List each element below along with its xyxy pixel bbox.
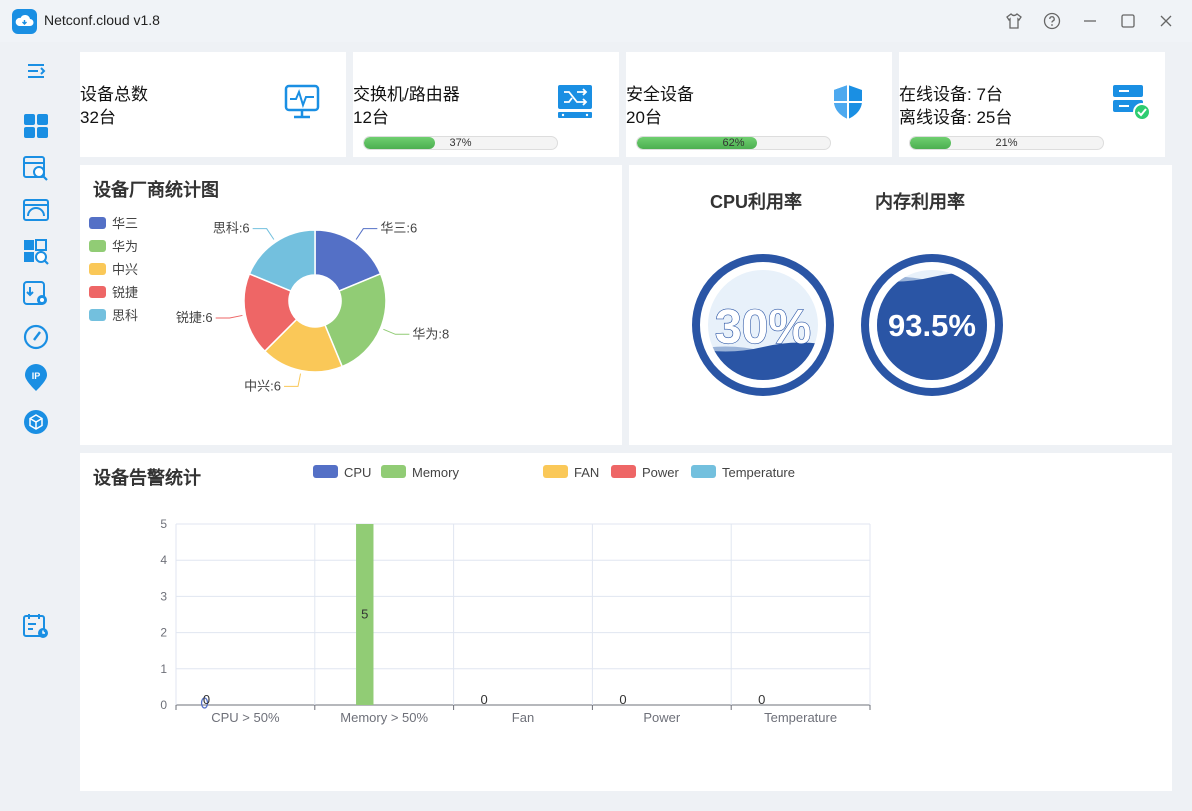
menu-collapse-icon[interactable] [22,57,50,85]
y-tick-label: 5 [160,517,167,531]
switch-progress-bar: 37% [363,136,558,150]
y-tick-label: 0 [160,698,167,712]
pie-label-line [383,328,410,335]
stat-security-line-2: 20台 [626,108,662,127]
utilization-panel: CPU利用率 内存利用率 30% 93.5% [629,165,1172,445]
device-search-icon[interactable] [22,154,50,182]
theme-shirt-icon[interactable] [1004,11,1024,31]
x-category-label: Power [643,710,681,725]
stat-online-line-1: 在线设备: 7台 [899,85,1003,104]
ip-pin-icon[interactable]: IP [22,364,50,392]
stat-switch-label: 交换机/路由器 12台 [353,83,460,129]
server-online-icon [1111,82,1151,122]
stat-card-switch: 交换机/路由器 12台 37% [353,52,619,157]
shield-icon [828,82,868,122]
x-category-label: Memory > 50% [340,710,428,725]
pie-label-line [355,228,378,240]
memory-gauge: 93.5% [861,254,1003,396]
bar-data-label: 0 [481,692,488,707]
stat-security-line-1: 安全设备 [626,85,694,104]
speed-gauge-icon[interactable] [22,322,50,350]
utilization-gauges: 30% 93.5% [692,254,1003,396]
maximize-icon[interactable] [1118,11,1138,31]
schedule-icon[interactable] [22,612,50,640]
switch-progress-label: 37% [449,137,472,149]
stat-switch-line-1: 交换机/路由器 [353,85,460,104]
minimize-icon[interactable] [1080,11,1100,31]
bar-data-label: 0 [619,692,626,707]
gauge-value-label: 30% [715,301,811,354]
pie-slice-label: 锐捷:6 [176,310,213,325]
pie-slice-label: 华三:6 [380,221,417,236]
cloud-logo-icon [12,9,37,34]
pie-slice-label: 华为:8 [412,326,449,341]
bar-data-label: 0 [203,692,210,707]
stat-total-line-1: 设备总数 [80,85,148,104]
switch-router-icon [555,82,595,122]
y-tick-label: 2 [160,626,167,640]
stat-security-label: 安全设备 20台 [626,83,694,129]
pie-slice-label: 思科:6 [213,221,250,236]
app-title: Netconf.cloud v1.8 [44,12,160,28]
download-settings-icon[interactable] [22,280,50,308]
bar-data-label: 5 [361,607,368,622]
monitor-window-icon[interactable] [22,196,50,224]
stat-online-label: 在线设备: 7台 离线设备: 25台 [899,83,1012,129]
title-bar: Netconf.cloud v1.8 [0,0,1192,42]
vendor-pie-panel: 设备厂商统计图 华三 华为 中兴 锐捷 思科 华三:6 华为:8 中兴:6 锐捷:6 思科:6 [80,165,622,445]
vendor-pie-chart: 华三:6 华为:8 中兴:6 锐捷:6 思科:6 [176,221,449,394]
stat-online-line-2: 离线设备: 25台 [899,108,1013,127]
x-category-label: Temperature [764,710,837,725]
alarm-bar-chart: 0 1 2 3 4 5 CPU > 50% Memory > 50% Fan Power Tempe… [160,517,871,725]
pie-label-line [284,373,302,387]
dashboard-icon[interactable] [22,112,50,140]
stat-total-label: 设备总数 32台 [80,83,148,129]
cpu-gauge: 30% [692,254,834,396]
stat-card-security: 安全设备 20台 62% [626,52,892,157]
inspect-icon[interactable] [22,238,50,266]
y-tick-label: 3 [160,589,167,603]
stat-card-online: 在线设备: 7台 离线设备: 25台 21% [899,52,1165,157]
y-tick-label: 1 [160,662,167,676]
pie-label-line [215,314,243,319]
stat-total-line-2: 32台 [80,108,116,127]
stat-card-total: 设备总数 32台 [80,52,346,157]
online-progress-bar: 21% [909,136,1104,150]
gauge-value-label: 93.5% [888,308,976,343]
cube-icon[interactable] [22,408,50,436]
help-icon[interactable] [1042,11,1062,31]
x-category-label: CPU > 50% [211,710,280,725]
monitor-pulse-icon [282,82,322,122]
y-tick-label: 4 [160,553,167,567]
online-progress-label: 21% [995,137,1018,149]
close-icon[interactable] [1156,11,1176,31]
security-progress-bar: 62% [636,136,831,150]
stat-switch-line-2: 12台 [353,108,389,127]
bar-data-label: 0 [758,692,765,707]
x-category-label: Fan [512,710,534,725]
security-progress-label: 62% [722,137,745,149]
alarm-chart-panel: 设备告警统计 CPU Memory FAN Power Temperature 0123… [80,453,1172,791]
pie-label-line [252,228,275,240]
svg-text:IP: IP [32,371,41,381]
pie-slice-label: 中兴:6 [244,378,281,393]
sidebar: IP [0,42,76,811]
